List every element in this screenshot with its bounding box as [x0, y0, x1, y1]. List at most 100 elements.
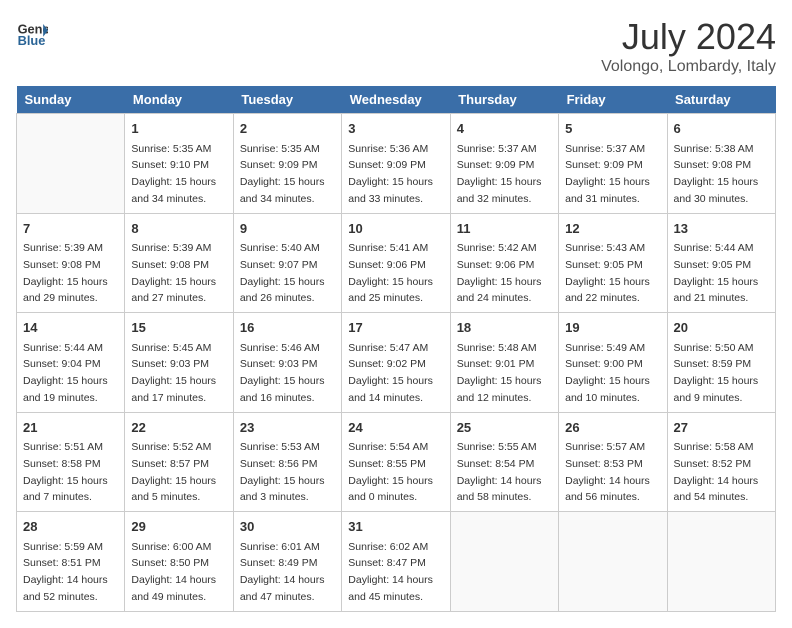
calendar-cell: 23 Sunrise: 5:53 AMSunset: 8:56 PMDaylig… [233, 412, 341, 512]
calendar-cell: 14 Sunrise: 5:44 AMSunset: 9:04 PMDaylig… [17, 313, 125, 413]
calendar-cell: 5 Sunrise: 5:37 AMSunset: 9:09 PMDayligh… [559, 114, 667, 214]
calendar-cell: 8 Sunrise: 5:39 AMSunset: 9:08 PMDayligh… [125, 213, 233, 313]
title-area: July 2024 Volongo, Lombardy, Italy [601, 16, 776, 76]
calendar-week-row: 28 Sunrise: 5:59 AMSunset: 8:51 PMDaylig… [17, 512, 776, 612]
calendar-cell: 17 Sunrise: 5:47 AMSunset: 9:02 PMDaylig… [342, 313, 450, 413]
calendar-cell: 6 Sunrise: 5:38 AMSunset: 9:08 PMDayligh… [667, 114, 775, 214]
day-info: Sunrise: 5:43 AMSunset: 9:05 PMDaylight:… [565, 242, 650, 304]
day-number: 24 [348, 418, 443, 438]
day-info: Sunrise: 5:54 AMSunset: 8:55 PMDaylight:… [348, 441, 433, 503]
calendar-cell [450, 512, 558, 612]
day-info: Sunrise: 5:46 AMSunset: 9:03 PMDaylight:… [240, 342, 325, 404]
day-number: 8 [131, 219, 226, 239]
day-info: Sunrise: 5:45 AMSunset: 9:03 PMDaylight:… [131, 342, 216, 404]
calendar-cell: 24 Sunrise: 5:54 AMSunset: 8:55 PMDaylig… [342, 412, 450, 512]
svg-text:Blue: Blue [18, 33, 46, 48]
day-number: 22 [131, 418, 226, 438]
calendar-cell: 2 Sunrise: 5:35 AMSunset: 9:09 PMDayligh… [233, 114, 341, 214]
weekday-header-cell: Saturday [667, 86, 775, 114]
calendar-cell: 31 Sunrise: 6:02 AMSunset: 8:47 PMDaylig… [342, 512, 450, 612]
day-info: Sunrise: 6:01 AMSunset: 8:49 PMDaylight:… [240, 541, 325, 603]
day-info: Sunrise: 5:50 AMSunset: 8:59 PMDaylight:… [674, 342, 759, 404]
weekday-header-row: SundayMondayTuesdayWednesdayThursdayFrid… [17, 86, 776, 114]
calendar-cell: 29 Sunrise: 6:00 AMSunset: 8:50 PMDaylig… [125, 512, 233, 612]
day-number: 30 [240, 517, 335, 537]
day-number: 19 [565, 318, 660, 338]
day-number: 1 [131, 119, 226, 139]
day-info: Sunrise: 5:44 AMSunset: 9:04 PMDaylight:… [23, 342, 108, 404]
day-info: Sunrise: 6:00 AMSunset: 8:50 PMDaylight:… [131, 541, 216, 603]
calendar-cell [667, 512, 775, 612]
day-info: Sunrise: 5:49 AMSunset: 9:00 PMDaylight:… [565, 342, 650, 404]
calendar-cell: 25 Sunrise: 5:55 AMSunset: 8:54 PMDaylig… [450, 412, 558, 512]
day-info: Sunrise: 5:39 AMSunset: 9:08 PMDaylight:… [131, 242, 216, 304]
calendar-cell: 30 Sunrise: 6:01 AMSunset: 8:49 PMDaylig… [233, 512, 341, 612]
day-info: Sunrise: 5:52 AMSunset: 8:57 PMDaylight:… [131, 441, 216, 503]
day-number: 5 [565, 119, 660, 139]
day-number: 13 [674, 219, 769, 239]
weekday-header-cell: Sunday [17, 86, 125, 114]
day-number: 26 [565, 418, 660, 438]
day-number: 11 [457, 219, 552, 239]
day-number: 15 [131, 318, 226, 338]
calendar-cell: 26 Sunrise: 5:57 AMSunset: 8:53 PMDaylig… [559, 412, 667, 512]
weekday-header-cell: Thursday [450, 86, 558, 114]
day-info: Sunrise: 5:36 AMSunset: 9:09 PMDaylight:… [348, 143, 433, 205]
day-number: 25 [457, 418, 552, 438]
day-number: 27 [674, 418, 769, 438]
day-number: 18 [457, 318, 552, 338]
day-info: Sunrise: 5:47 AMSunset: 9:02 PMDaylight:… [348, 342, 433, 404]
calendar-week-row: 21 Sunrise: 5:51 AMSunset: 8:58 PMDaylig… [17, 412, 776, 512]
calendar-cell: 15 Sunrise: 5:45 AMSunset: 9:03 PMDaylig… [125, 313, 233, 413]
day-info: Sunrise: 5:35 AMSunset: 9:10 PMDaylight:… [131, 143, 216, 205]
day-info: Sunrise: 5:48 AMSunset: 9:01 PMDaylight:… [457, 342, 542, 404]
day-number: 29 [131, 517, 226, 537]
day-number: 12 [565, 219, 660, 239]
calendar-cell: 16 Sunrise: 5:46 AMSunset: 9:03 PMDaylig… [233, 313, 341, 413]
day-info: Sunrise: 5:53 AMSunset: 8:56 PMDaylight:… [240, 441, 325, 503]
day-number: 3 [348, 119, 443, 139]
day-number: 7 [23, 219, 118, 239]
day-number: 21 [23, 418, 118, 438]
calendar-cell: 19 Sunrise: 5:49 AMSunset: 9:00 PMDaylig… [559, 313, 667, 413]
day-info: Sunrise: 5:39 AMSunset: 9:08 PMDaylight:… [23, 242, 108, 304]
day-info: Sunrise: 5:38 AMSunset: 9:08 PMDaylight:… [674, 143, 759, 205]
day-number: 16 [240, 318, 335, 338]
weekday-header-cell: Wednesday [342, 86, 450, 114]
calendar-body: 1 Sunrise: 5:35 AMSunset: 9:10 PMDayligh… [17, 114, 776, 612]
calendar-cell: 22 Sunrise: 5:52 AMSunset: 8:57 PMDaylig… [125, 412, 233, 512]
calendar-cell: 27 Sunrise: 5:58 AMSunset: 8:52 PMDaylig… [667, 412, 775, 512]
day-number: 2 [240, 119, 335, 139]
calendar-cell: 20 Sunrise: 5:50 AMSunset: 8:59 PMDaylig… [667, 313, 775, 413]
day-number: 9 [240, 219, 335, 239]
calendar-cell: 12 Sunrise: 5:43 AMSunset: 9:05 PMDaylig… [559, 213, 667, 313]
day-number: 28 [23, 517, 118, 537]
weekday-header-cell: Monday [125, 86, 233, 114]
calendar-cell: 1 Sunrise: 5:35 AMSunset: 9:10 PMDayligh… [125, 114, 233, 214]
day-info: Sunrise: 5:41 AMSunset: 9:06 PMDaylight:… [348, 242, 433, 304]
day-number: 23 [240, 418, 335, 438]
calendar-cell: 11 Sunrise: 5:42 AMSunset: 9:06 PMDaylig… [450, 213, 558, 313]
day-info: Sunrise: 5:37 AMSunset: 9:09 PMDaylight:… [457, 143, 542, 205]
calendar-cell: 28 Sunrise: 5:59 AMSunset: 8:51 PMDaylig… [17, 512, 125, 612]
day-info: Sunrise: 5:40 AMSunset: 9:07 PMDaylight:… [240, 242, 325, 304]
day-info: Sunrise: 5:51 AMSunset: 8:58 PMDaylight:… [23, 441, 108, 503]
day-number: 4 [457, 119, 552, 139]
day-info: Sunrise: 5:59 AMSunset: 8:51 PMDaylight:… [23, 541, 108, 603]
day-info: Sunrise: 5:58 AMSunset: 8:52 PMDaylight:… [674, 441, 759, 503]
calendar-table: SundayMondayTuesdayWednesdayThursdayFrid… [16, 86, 776, 612]
day-info: Sunrise: 5:37 AMSunset: 9:09 PMDaylight:… [565, 143, 650, 205]
day-number: 17 [348, 318, 443, 338]
day-info: Sunrise: 5:55 AMSunset: 8:54 PMDaylight:… [457, 441, 542, 503]
calendar-cell: 18 Sunrise: 5:48 AMSunset: 9:01 PMDaylig… [450, 313, 558, 413]
calendar-cell: 13 Sunrise: 5:44 AMSunset: 9:05 PMDaylig… [667, 213, 775, 313]
day-number: 14 [23, 318, 118, 338]
calendar-week-row: 7 Sunrise: 5:39 AMSunset: 9:08 PMDayligh… [17, 213, 776, 313]
calendar-cell: 7 Sunrise: 5:39 AMSunset: 9:08 PMDayligh… [17, 213, 125, 313]
day-info: Sunrise: 5:44 AMSunset: 9:05 PMDaylight:… [674, 242, 759, 304]
calendar-cell [17, 114, 125, 214]
weekday-header-cell: Tuesday [233, 86, 341, 114]
calendar-cell: 3 Sunrise: 5:36 AMSunset: 9:09 PMDayligh… [342, 114, 450, 214]
calendar-cell: 9 Sunrise: 5:40 AMSunset: 9:07 PMDayligh… [233, 213, 341, 313]
day-info: Sunrise: 5:57 AMSunset: 8:53 PMDaylight:… [565, 441, 650, 503]
